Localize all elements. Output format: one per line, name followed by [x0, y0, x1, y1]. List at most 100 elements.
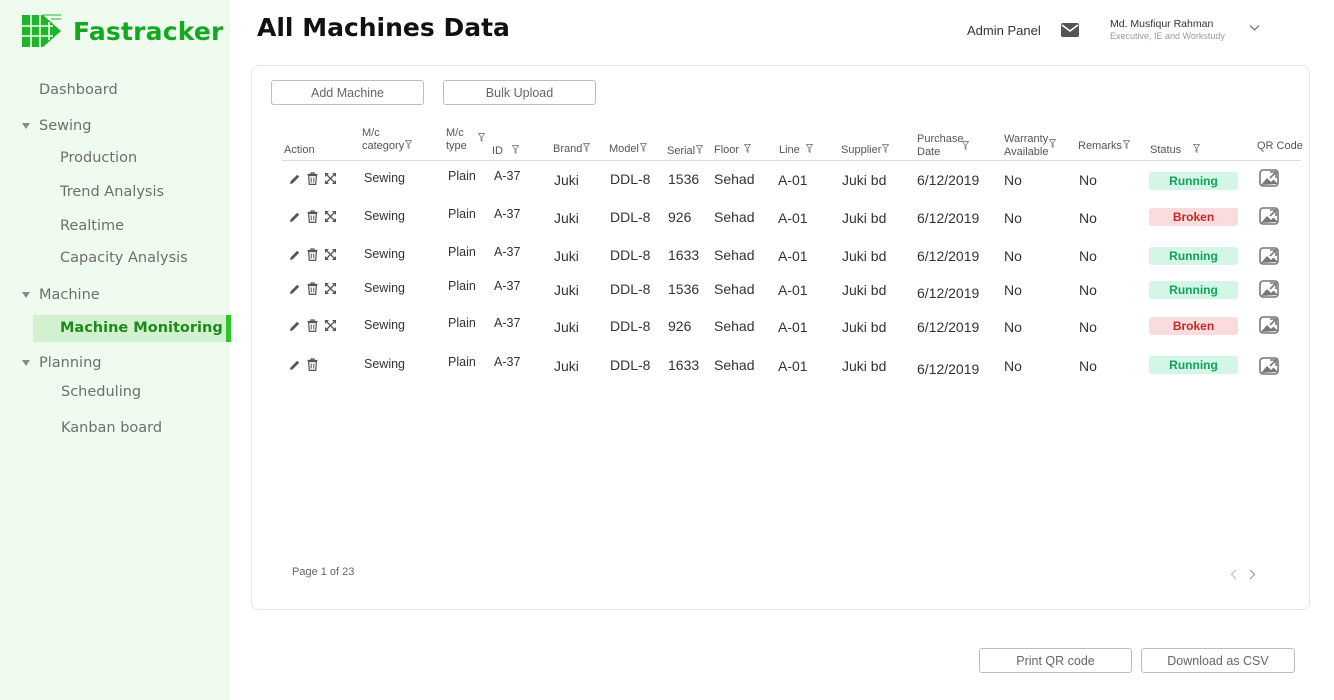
qr-code-icon[interactable] [1259, 280, 1279, 298]
filter-icon[interactable] [695, 145, 704, 158]
trash-icon[interactable] [307, 172, 318, 185]
row-actions [289, 248, 337, 261]
cell-brand: Juki [554, 172, 579, 188]
cell-supplier: Juki bd [842, 282, 887, 298]
cell-remarks: No [1079, 248, 1097, 264]
chevron-down-icon[interactable] [1249, 24, 1260, 32]
filter-icon[interactable] [1122, 140, 1131, 153]
filter-icon[interactable] [881, 144, 890, 157]
expand-icon[interactable] [324, 210, 337, 223]
pagination-label: Page 1 of 23 [292, 566, 355, 578]
status-badge: Broken [1149, 317, 1238, 335]
col-status[interactable]: Status [1150, 144, 1201, 157]
nav-group-machine[interactable]: Machine [22, 287, 100, 303]
pencil-icon[interactable] [289, 211, 301, 223]
chevron-left-icon[interactable] [1230, 569, 1237, 580]
expand-icon[interactable] [324, 319, 337, 332]
nav-kanban-board[interactable]: Kanban board [61, 420, 162, 436]
cell-floor: Sehad [714, 318, 755, 334]
nav-dashboard[interactable]: Dashboard [39, 82, 118, 98]
col-label: Floor [714, 144, 740, 156]
mail-icon[interactable] [1061, 23, 1079, 37]
expand-icon[interactable] [324, 282, 337, 295]
user-name[interactable]: Md. Musfiqur Rahman [1110, 18, 1213, 30]
expand-icon[interactable] [324, 172, 337, 185]
cell-remarks: No [1079, 358, 1097, 374]
col-label: Status [1150, 144, 1182, 156]
cell-serial: 926 [668, 209, 692, 225]
col-floor[interactable]: Floor [714, 144, 752, 157]
filter-icon[interactable] [1192, 144, 1201, 157]
filter-icon[interactable] [805, 144, 814, 157]
nav-production[interactable]: Production [60, 150, 137, 166]
col-label: ID [492, 145, 503, 157]
trash-icon[interactable] [307, 319, 318, 332]
col-supplier[interactable]: Supplier [841, 144, 890, 157]
expand-icon[interactable] [324, 248, 337, 261]
col-id[interactable]: ID [492, 145, 520, 158]
nav-group-label: Machine [39, 287, 100, 303]
pencil-icon[interactable] [289, 283, 301, 295]
filter-icon[interactable] [404, 139, 413, 153]
col-serial[interactable]: Serial [667, 145, 704, 158]
cell-line: A-01 [778, 282, 808, 298]
filter-icon[interactable] [1049, 138, 1057, 152]
cell-line: A-01 [778, 248, 808, 264]
trash-icon[interactable] [307, 358, 318, 371]
pencil-icon[interactable] [289, 173, 301, 185]
col-line[interactable]: Line [779, 144, 814, 157]
cell-line: A-01 [778, 358, 808, 374]
col-purchase-date[interactable]: Purchase Date [917, 133, 970, 158]
print-qr-button[interactable]: Print QR code [979, 648, 1132, 673]
pencil-icon[interactable] [289, 359, 301, 371]
cell-model: DDL-8 [610, 281, 651, 297]
cell-purchase-date: 6/12/2019 [917, 319, 980, 335]
filter-icon[interactable] [477, 133, 486, 146]
qr-code-icon[interactable] [1259, 316, 1279, 334]
nav-capacity-analysis[interactable]: Capacity Analysis [60, 250, 188, 266]
trash-icon[interactable] [307, 210, 318, 223]
cell-warranty: No [1004, 282, 1022, 298]
qr-code-icon[interactable] [1259, 247, 1279, 265]
cell-supplier: Juki bd [842, 210, 887, 226]
nav-machine-monitoring[interactable]: Machine Monitoring [33, 315, 231, 342]
cell-category: Sewing [364, 209, 405, 223]
nav-trend-analysis[interactable]: Trend Analysis [60, 184, 164, 200]
filter-icon[interactable] [961, 140, 970, 154]
filter-icon[interactable] [639, 143, 648, 156]
filter-icon[interactable] [511, 145, 520, 158]
nav-group-planning[interactable]: Planning [22, 355, 101, 371]
add-machine-button[interactable]: Add Machine [271, 80, 424, 105]
nav-scheduling[interactable]: Scheduling [61, 384, 141, 400]
cell-brand: Juki [554, 210, 579, 226]
qr-code-icon[interactable] [1259, 357, 1279, 375]
trash-icon[interactable] [307, 282, 318, 295]
qr-code-icon[interactable] [1259, 207, 1279, 225]
brand-logo[interactable]: Fastracker [21, 14, 224, 48]
col-brand[interactable]: Brand [553, 143, 591, 156]
cell-line: A-01 [778, 172, 808, 188]
col-remarks[interactable]: Remarks [1078, 140, 1131, 153]
col-type[interactable]: M/c type [446, 127, 486, 152]
col-model[interactable]: Model [609, 143, 648, 156]
admin-panel-link[interactable]: Admin Panel [967, 23, 1041, 38]
nav-group-sewing[interactable]: Sewing [22, 118, 91, 134]
nav-realtime[interactable]: Realtime [60, 218, 124, 234]
col-label: Model [609, 143, 639, 155]
col-warranty[interactable]: Warranty Available [1004, 133, 1057, 158]
chevron-right-icon[interactable] [1249, 569, 1256, 580]
row-actions [289, 282, 337, 295]
bulk-upload-button[interactable]: Bulk Upload [443, 80, 596, 105]
filter-icon[interactable] [582, 143, 591, 156]
filter-icon[interactable] [743, 144, 752, 157]
download-csv-button[interactable]: Download as CSV [1141, 648, 1295, 673]
col-category[interactable]: M/c category [362, 127, 413, 153]
cell-serial: 1633 [668, 357, 700, 373]
qr-code-icon[interactable] [1259, 169, 1279, 187]
status-badge: Running [1149, 172, 1238, 190]
pencil-icon[interactable] [289, 320, 301, 332]
cell-type: Plain [448, 169, 476, 183]
pencil-icon[interactable] [289, 249, 301, 261]
trash-icon[interactable] [307, 248, 318, 261]
cell-serial: 926 [668, 318, 692, 334]
